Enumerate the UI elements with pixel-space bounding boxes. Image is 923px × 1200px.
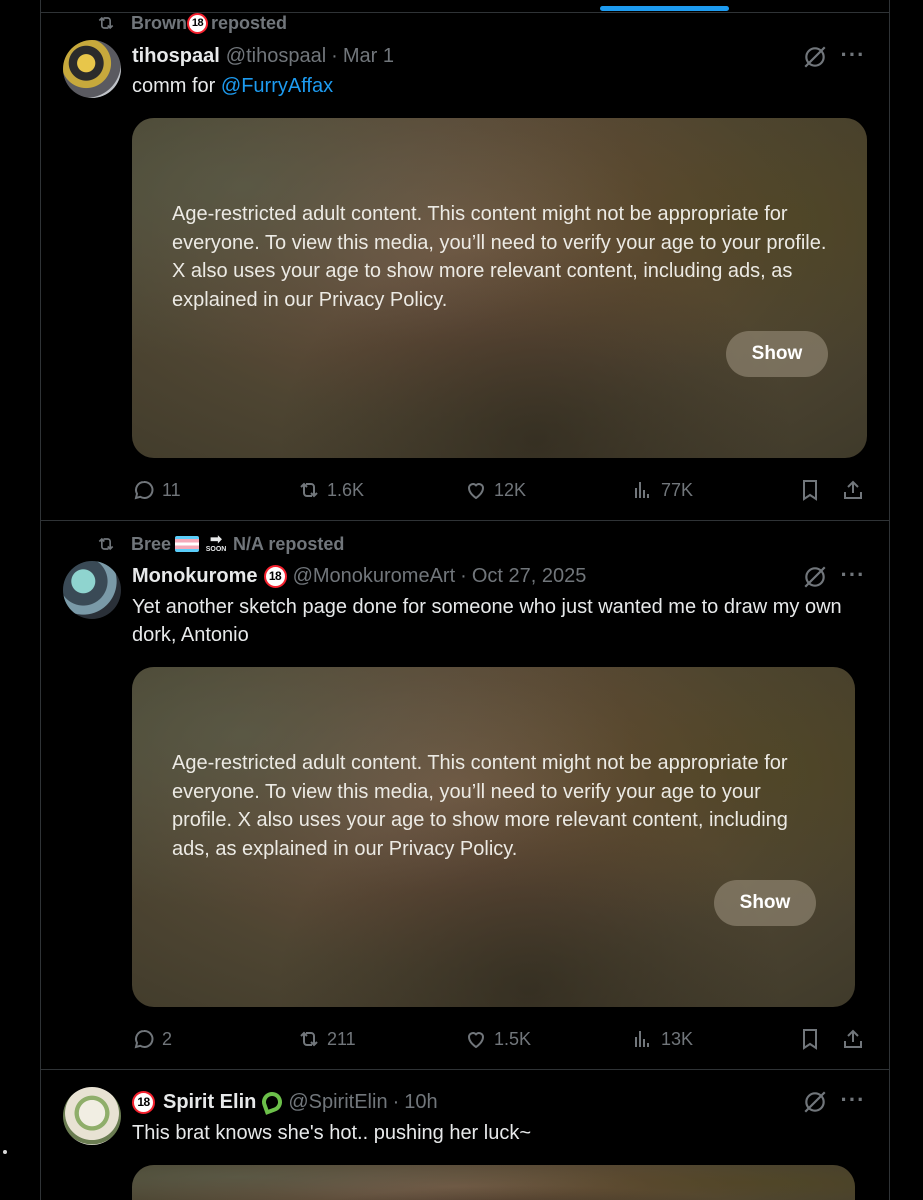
view-count: 13K bbox=[661, 1028, 694, 1049]
reply-icon bbox=[134, 1029, 154, 1049]
snake-emoji-icon bbox=[259, 1089, 286, 1115]
avatar[interactable] bbox=[63, 1087, 121, 1145]
share-button[interactable] bbox=[841, 476, 865, 504]
post-text: This brat knows she's hot.. pushing her … bbox=[132, 1122, 532, 1144]
share-icon bbox=[844, 1029, 862, 1048]
scroll-marker bbox=[3, 1150, 7, 1154]
reply-count: 11 bbox=[162, 479, 181, 500]
repost-user[interactable]: Bree bbox=[131, 534, 171, 555]
handle[interactable]: @tihospaal bbox=[226, 45, 326, 68]
post-tihospaal[interactable]: Brown 18 reposted tihospaal @tihospaal ·… bbox=[41, 12, 889, 521]
bookmark-icon bbox=[803, 1029, 817, 1050]
action-bar: 11 1.6K 12K 77K bbox=[132, 476, 869, 504]
post-monokurome[interactable]: Bree ➡ SOON N/A reposted Monokurome 18 @M… bbox=[41, 521, 889, 1070]
post-header: 18 Spirit Elin @SpiritElin · 10h bbox=[132, 1089, 869, 1115]
reply-icon bbox=[134, 480, 154, 500]
timestamp[interactable]: Oct 27, 2025 bbox=[472, 565, 587, 588]
views-button[interactable]: 13K bbox=[631, 1025, 693, 1053]
avatar[interactable] bbox=[63, 561, 121, 619]
trans-flag-icon bbox=[175, 536, 200, 552]
views-icon bbox=[635, 1031, 649, 1047]
mention-link[interactable]: @FurryAffax bbox=[221, 75, 333, 97]
sensitive-media[interactable]: Age-restricted adult content. This conte… bbox=[132, 667, 855, 1007]
show-button[interactable]: Show bbox=[726, 331, 828, 377]
repost-icon bbox=[300, 482, 318, 498]
repost-suffix: N/A reposted bbox=[233, 533, 345, 554]
share-button[interactable] bbox=[841, 1025, 865, 1053]
action-bar: 2 211 1.5K 13K bbox=[132, 1025, 869, 1053]
like-icon bbox=[467, 1032, 485, 1049]
more-icon[interactable]: ··· bbox=[840, 1087, 866, 1113]
timeline: Brown 18 reposted tihospaal @tihospaal ·… bbox=[40, 0, 890, 1200]
bookmark-button[interactable] bbox=[798, 1025, 822, 1053]
repost-icon bbox=[98, 16, 114, 30]
handle[interactable]: @MonokuromeArt bbox=[293, 565, 456, 588]
timestamp[interactable]: 10h bbox=[404, 1091, 437, 1114]
age-18-badge: 18 bbox=[132, 1090, 155, 1114]
repost-count: 211 bbox=[327, 1028, 356, 1049]
repost-button[interactable]: 211 bbox=[297, 1025, 356, 1053]
media-preview[interactable] bbox=[132, 1165, 855, 1200]
repost-count: 1.6K bbox=[327, 479, 365, 500]
post-header: Monokurome 18 @MonokuromeArt · Oct 27, 2… bbox=[132, 563, 869, 589]
active-tab-indicator bbox=[600, 6, 729, 11]
soon-arrow-icon: ➡ SOON bbox=[205, 531, 227, 553]
view-count: 77K bbox=[661, 479, 694, 500]
show-button[interactable]: Show bbox=[714, 880, 816, 926]
display-name[interactable]: Monokurome bbox=[132, 565, 258, 588]
like-icon bbox=[467, 483, 485, 500]
post-text: Yet another sketch page done for someone… bbox=[132, 596, 842, 646]
repost-button[interactable]: 1.6K bbox=[297, 476, 364, 504]
more-icon[interactable]: ··· bbox=[840, 562, 866, 588]
separator: · bbox=[460, 564, 467, 587]
repost-icon bbox=[300, 1031, 318, 1047]
handle[interactable]: @SpiritElin bbox=[288, 1091, 387, 1114]
reply-count: 2 bbox=[162, 1028, 173, 1049]
repost-icon bbox=[98, 537, 114, 551]
repost-context: Bree ➡ SOON N/A reposted bbox=[93, 531, 345, 555]
post-spirit-elin[interactable]: 18 Spirit Elin @SpiritElin · 10h ··· Thi… bbox=[41, 1070, 889, 1200]
like-count: 1.5K bbox=[494, 1028, 532, 1049]
post-header: tihospaal @tihospaal · Mar 1 bbox=[132, 43, 869, 69]
reply-button[interactable]: 2 bbox=[132, 1025, 172, 1053]
repost-user[interactable]: Brown bbox=[131, 13, 187, 34]
separator: · bbox=[392, 1090, 400, 1113]
like-button[interactable]: 1.5K bbox=[464, 1025, 531, 1053]
text-prefix: comm for bbox=[132, 75, 221, 97]
display-name[interactable]: Spirit Elin bbox=[163, 1091, 256, 1114]
grok-icon[interactable] bbox=[802, 1089, 828, 1115]
grok-icon[interactable] bbox=[802, 44, 828, 70]
like-button[interactable]: 12K bbox=[464, 476, 526, 504]
reply-button[interactable]: 11 bbox=[132, 476, 181, 504]
sensitive-media[interactable]: Age-restricted adult content. This conte… bbox=[132, 118, 867, 458]
repost-suffix: reposted bbox=[211, 12, 288, 33]
more-icon[interactable]: ··· bbox=[840, 42, 866, 68]
timestamp[interactable]: Mar 1 bbox=[343, 45, 394, 68]
age-warning-text: Age-restricted adult content. This conte… bbox=[172, 752, 788, 860]
age-warning-text: Age-restricted adult content. This conte… bbox=[172, 203, 827, 311]
age-18-badge: 18 bbox=[187, 12, 208, 34]
bookmark-icon bbox=[803, 480, 817, 501]
bookmark-button[interactable] bbox=[798, 476, 822, 504]
age-18-badge: 18 bbox=[263, 564, 287, 588]
avatar[interactable] bbox=[63, 40, 121, 98]
views-button[interactable]: 77K bbox=[631, 476, 693, 504]
views-icon bbox=[635, 482, 649, 498]
soon-label: SOON bbox=[205, 546, 227, 553]
separator: · bbox=[331, 44, 338, 67]
repost-context: Brown 18 reposted bbox=[93, 12, 287, 34]
grok-icon[interactable] bbox=[802, 564, 828, 590]
post-text: comm for @FurryAffax bbox=[132, 72, 869, 100]
display-name[interactable]: tihospaal bbox=[132, 45, 220, 68]
like-count: 12K bbox=[494, 479, 527, 500]
share-icon bbox=[844, 480, 862, 499]
